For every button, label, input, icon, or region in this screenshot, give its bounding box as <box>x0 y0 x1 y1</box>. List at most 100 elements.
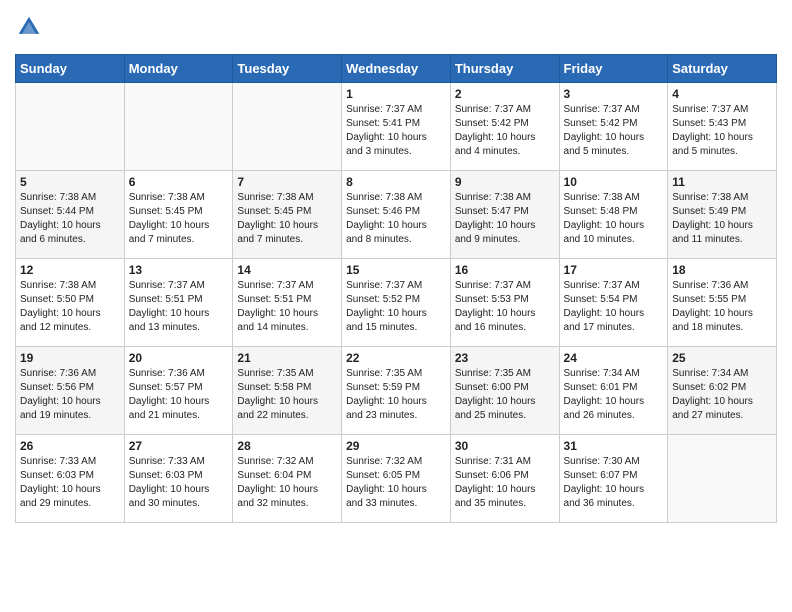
day-number: 24 <box>564 351 664 365</box>
day-info: Sunrise: 7:37 AM Sunset: 5:42 PM Dayligh… <box>455 103 555 159</box>
day-number: 12 <box>20 263 120 277</box>
day-info: Sunrise: 7:37 AM Sunset: 5:51 PM Dayligh… <box>237 279 337 335</box>
day-info: Sunrise: 7:38 AM Sunset: 5:46 PM Dayligh… <box>346 191 446 247</box>
day-info: Sunrise: 7:38 AM Sunset: 5:49 PM Dayligh… <box>672 191 772 247</box>
day-number: 3 <box>564 87 664 101</box>
calendar-week-row: 1 Sunrise: 7:37 AM Sunset: 5:41 PM Daylig… <box>16 83 777 171</box>
header-friday: Friday <box>559 55 668 83</box>
calendar-cell: 24 Sunrise: 7:34 AM Sunset: 6:01 PM Dayli… <box>559 347 668 435</box>
day-number: 1 <box>346 87 446 101</box>
calendar-cell: 11 Sunrise: 7:38 AM Sunset: 5:49 PM Dayli… <box>668 171 777 259</box>
day-number: 13 <box>129 263 229 277</box>
calendar-cell: 6Sunrise: 7:38 AM Sunset: 5:45 PM Daylig… <box>124 171 233 259</box>
header-tuesday: Tuesday <box>233 55 342 83</box>
calendar-cell: 20 Sunrise: 7:36 AM Sunset: 5:57 PM Dayli… <box>124 347 233 435</box>
header-thursday: Thursday <box>450 55 559 83</box>
calendar-week-row: 12 Sunrise: 7:38 AM Sunset: 5:50 PM Dayli… <box>16 259 777 347</box>
calendar-cell: 13 Sunrise: 7:37 AM Sunset: 5:51 PM Dayli… <box>124 259 233 347</box>
calendar-week-row: 26 Sunrise: 7:33 AM Sunset: 6:03 PM Dayli… <box>16 435 777 523</box>
day-number: 31 <box>564 439 664 453</box>
header-saturday: Saturday <box>668 55 777 83</box>
day-info: Sunrise: 7:37 AM Sunset: 5:41 PM Dayligh… <box>346 103 446 159</box>
day-info: Sunrise: 7:32 AM Sunset: 6:04 PM Dayligh… <box>237 455 337 511</box>
calendar-cell: 16Sunrise: 7:37 AM Sunset: 5:53 PM Dayli… <box>450 259 559 347</box>
day-info: Sunrise: 7:38 AM Sunset: 5:47 PM Dayligh… <box>455 191 555 247</box>
header-wednesday: Wednesday <box>342 55 451 83</box>
day-number: 19 <box>20 351 120 365</box>
logo <box>15 15 41 44</box>
day-number: 18 <box>672 263 772 277</box>
day-info: Sunrise: 7:37 AM Sunset: 5:43 PM Dayligh… <box>672 103 772 159</box>
day-number: 15 <box>346 263 446 277</box>
calendar-cell: 29 Sunrise: 7:32 AM Sunset: 6:05 PM Dayli… <box>342 435 451 523</box>
day-number: 14 <box>237 263 337 277</box>
calendar-cell: 2 Sunrise: 7:37 AM Sunset: 5:42 PM Daylig… <box>450 83 559 171</box>
day-number: 10 <box>564 175 664 189</box>
day-number: 2 <box>455 87 555 101</box>
day-info: Sunrise: 7:34 AM Sunset: 6:02 PM Dayligh… <box>672 367 772 423</box>
calendar-cell: 31 Sunrise: 7:30 AM Sunset: 6:07 PM Dayli… <box>559 435 668 523</box>
header-sunday: Sunday <box>16 55 125 83</box>
day-info: Sunrise: 7:31 AM Sunset: 6:06 PM Dayligh… <box>455 455 555 511</box>
day-info: Sunrise: 7:37 AM Sunset: 5:51 PM Dayligh… <box>129 279 229 335</box>
calendar-header-row: SundayMondayTuesdayWednesdayThursdayFrid… <box>16 55 777 83</box>
calendar-cell: 21 Sunrise: 7:35 AM Sunset: 5:58 PM Dayli… <box>233 347 342 435</box>
page-header <box>15 15 777 44</box>
calendar-cell: 3 Sunrise: 7:37 AM Sunset: 5:42 PM Daylig… <box>559 83 668 171</box>
day-info: Sunrise: 7:34 AM Sunset: 6:01 PM Dayligh… <box>564 367 664 423</box>
day-number: 28 <box>237 439 337 453</box>
calendar-table: SundayMondayTuesdayWednesdayThursdayFrid… <box>15 54 777 523</box>
calendar-cell <box>16 83 125 171</box>
day-info: Sunrise: 7:36 AM Sunset: 5:57 PM Dayligh… <box>129 367 229 423</box>
logo-icon <box>17 15 41 39</box>
day-number: 16 <box>455 263 555 277</box>
day-info: Sunrise: 7:30 AM Sunset: 6:07 PM Dayligh… <box>564 455 664 511</box>
calendar-week-row: 5 Sunrise: 7:38 AM Sunset: 5:44 PM Daylig… <box>16 171 777 259</box>
calendar-cell: 12 Sunrise: 7:38 AM Sunset: 5:50 PM Dayli… <box>16 259 125 347</box>
calendar-cell: 7 Sunrise: 7:38 AM Sunset: 5:45 PM Daylig… <box>233 171 342 259</box>
day-number: 17 <box>564 263 664 277</box>
calendar-cell <box>124 83 233 171</box>
day-number: 21 <box>237 351 337 365</box>
day-number: 29 <box>346 439 446 453</box>
day-info: Sunrise: 7:38 AM Sunset: 5:45 PM Dayligh… <box>237 191 337 247</box>
day-number: 26 <box>20 439 120 453</box>
day-info: Sunrise: 7:38 AM Sunset: 5:48 PM Dayligh… <box>564 191 664 247</box>
header-monday: Monday <box>124 55 233 83</box>
day-info: Sunrise: 7:36 AM Sunset: 5:56 PM Dayligh… <box>20 367 120 423</box>
calendar-cell: 28 Sunrise: 7:32 AM Sunset: 6:04 PM Dayli… <box>233 435 342 523</box>
day-info: Sunrise: 7:33 AM Sunset: 6:03 PM Dayligh… <box>20 455 120 511</box>
day-info: Sunrise: 7:37 AM Sunset: 5:52 PM Dayligh… <box>346 279 446 335</box>
day-info: Sunrise: 7:38 AM Sunset: 5:44 PM Dayligh… <box>20 191 120 247</box>
day-number: 11 <box>672 175 772 189</box>
calendar-cell: 10 Sunrise: 7:38 AM Sunset: 5:48 PM Dayli… <box>559 171 668 259</box>
day-info: Sunrise: 7:38 AM Sunset: 5:45 PM Dayligh… <box>129 191 229 247</box>
day-info: Sunrise: 7:35 AM Sunset: 5:58 PM Dayligh… <box>237 367 337 423</box>
day-number: 25 <box>672 351 772 365</box>
day-number: 7 <box>237 175 337 189</box>
calendar-cell: 15 Sunrise: 7:37 AM Sunset: 5:52 PM Dayli… <box>342 259 451 347</box>
calendar-cell: 9 Sunrise: 7:38 AM Sunset: 5:47 PM Daylig… <box>450 171 559 259</box>
day-number: 8 <box>346 175 446 189</box>
day-number: 30 <box>455 439 555 453</box>
day-info: Sunrise: 7:33 AM Sunset: 6:03 PM Dayligh… <box>129 455 229 511</box>
calendar-cell: 19 Sunrise: 7:36 AM Sunset: 5:56 PM Dayli… <box>16 347 125 435</box>
day-number: 23 <box>455 351 555 365</box>
day-info: Sunrise: 7:37 AM Sunset: 5:54 PM Dayligh… <box>564 279 664 335</box>
calendar-cell: 17 Sunrise: 7:37 AM Sunset: 5:54 PM Dayli… <box>559 259 668 347</box>
day-info: Sunrise: 7:37 AM Sunset: 5:42 PM Dayligh… <box>564 103 664 159</box>
day-number: 5 <box>20 175 120 189</box>
calendar-cell: 4 Sunrise: 7:37 AM Sunset: 5:43 PM Daylig… <box>668 83 777 171</box>
day-info: Sunrise: 7:32 AM Sunset: 6:05 PM Dayligh… <box>346 455 446 511</box>
calendar-cell: 30 Sunrise: 7:31 AM Sunset: 6:06 PM Dayli… <box>450 435 559 523</box>
day-number: 4 <box>672 87 772 101</box>
day-info: Sunrise: 7:38 AM Sunset: 5:50 PM Dayligh… <box>20 279 120 335</box>
calendar-cell: 22 Sunrise: 7:35 AM Sunset: 5:59 PM Dayli… <box>342 347 451 435</box>
calendar-cell: 8 Sunrise: 7:38 AM Sunset: 5:46 PM Daylig… <box>342 171 451 259</box>
day-number: 20 <box>129 351 229 365</box>
day-number: 22 <box>346 351 446 365</box>
day-number: 27 <box>129 439 229 453</box>
day-info: Sunrise: 7:35 AM Sunset: 5:59 PM Dayligh… <box>346 367 446 423</box>
day-number: 9 <box>455 175 555 189</box>
calendar-cell <box>233 83 342 171</box>
